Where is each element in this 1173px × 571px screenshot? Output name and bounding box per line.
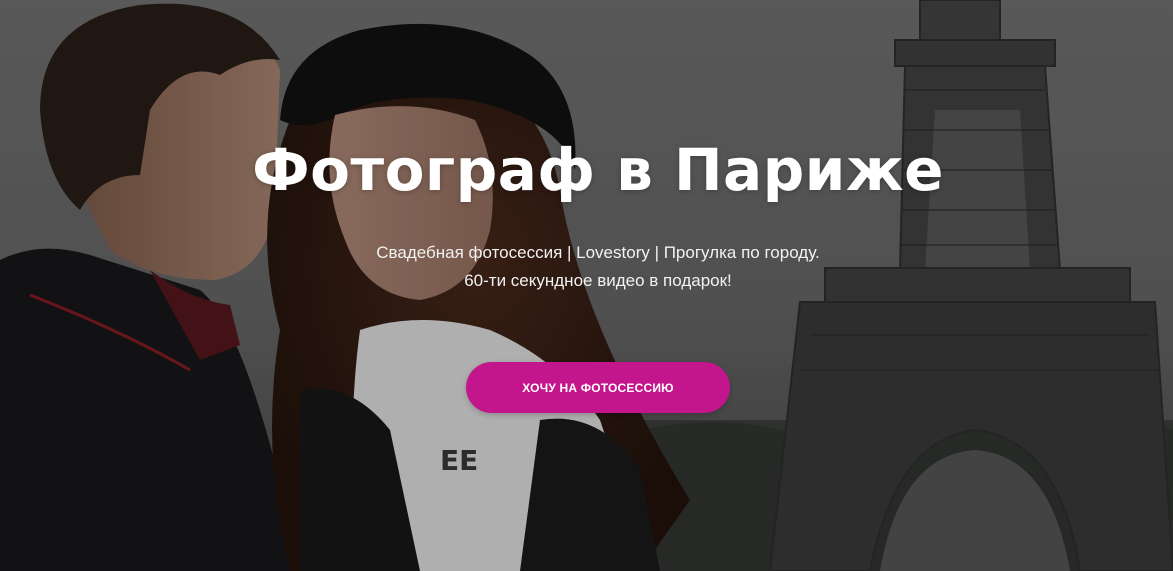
hero-title: Фотограф в Париже <box>252 136 944 204</box>
hero-subtitle-line-2: 60-ти секундное видео в подарок! <box>464 271 732 290</box>
hero-subtitle: Свадебная фотосессия | Lovestory | Прогу… <box>0 239 1173 295</box>
book-photoshoot-button[interactable]: ХОЧУ НА ФОТОСЕССИЮ <box>466 362 730 413</box>
hero-subtitle-line-1: Свадебная фотосессия | Lovestory | Прогу… <box>376 243 820 262</box>
hero-content: Фотограф в Париже Свадебная фотосессия |… <box>0 0 1173 571</box>
hero-section: EE Фотограф в Париже Свадебная фотосесси… <box>0 0 1173 571</box>
